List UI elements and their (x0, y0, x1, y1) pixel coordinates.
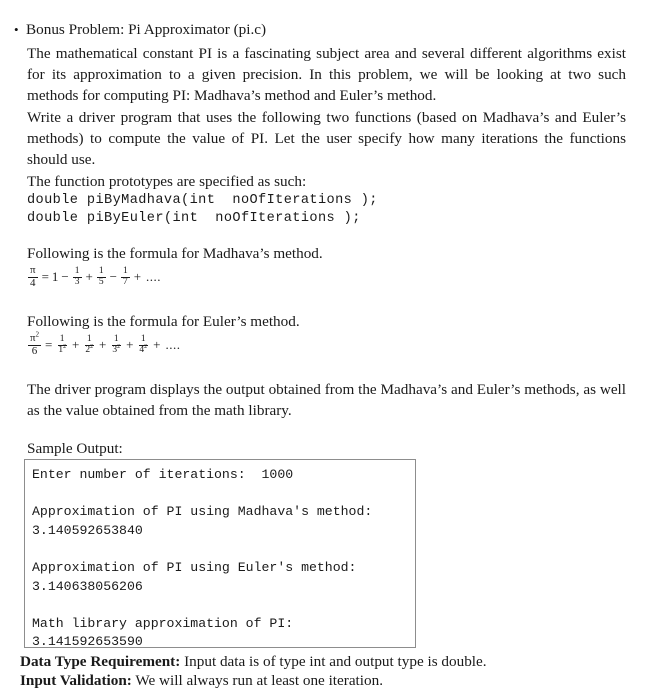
euler-term-2: 1 22 (83, 334, 95, 356)
clipped-bottom-line (20, 691, 640, 700)
madhava-op-2: + (85, 269, 93, 285)
euler-term-1-den: 12 (56, 343, 68, 356)
madhava-term-2-den: 5 (98, 276, 104, 287)
euler-term-1-exp: 2 (63, 343, 66, 350)
bonus-problem-heading: • Bonus Problem: Pi Approximator (pi.c) (14, 20, 634, 40)
madhava-tail-op: + (133, 269, 142, 285)
madhava-term-2-num: 1 (96, 265, 106, 278)
prototype-madhava-line: double piByMadhava(int noOfIterations ); (27, 193, 378, 208)
euler-lhs-exponent: 2 (35, 331, 39, 339)
euler-op-2: + (72, 337, 80, 353)
madhava-first-term: 1 (51, 269, 59, 285)
sample-output-label: Sample Output: (27, 440, 123, 457)
paragraph-euler-intro: Following is the formula for Euler’s met… (27, 313, 300, 330)
euler-term-1: 1 12 (56, 334, 68, 356)
madhava-term-1: 1 3 (72, 265, 82, 288)
madhava-term-1-den: 3 (74, 276, 80, 287)
madhava-op-3: − (109, 269, 117, 285)
euler-lhs-fraction: π2 6 (28, 331, 41, 357)
input-validation-text: We will always run at least one iteratio… (131, 672, 383, 689)
madhava-term-3-den: 7 (122, 276, 128, 287)
bonus-problem-title: Bonus Problem: Pi Approximator (pi.c) (26, 21, 267, 38)
euler-tail-op: + (153, 337, 161, 353)
paragraph-madhava-intro: Following is the formula for Madhava’s m… (27, 245, 323, 262)
euler-term-2-exp: 2 (90, 343, 94, 350)
prototype-euler-line: double piByEuler(int noOfIterations ); (27, 210, 361, 226)
clipped-bottom-text (20, 692, 24, 700)
madhava-term-2: 1 5 (96, 265, 106, 288)
madhava-term-3-num: 1 (120, 265, 130, 278)
euler-term-4-den: 42 (137, 343, 149, 356)
madhava-lhs-denominator: 4 (30, 276, 36, 289)
input-validation-requirement: Input Validation: We will always run at … (20, 671, 630, 691)
madhava-op-1: − (61, 269, 69, 285)
euler-ellipsis: .... (165, 337, 181, 353)
paragraph-driver-output: The driver program displays the output o… (27, 381, 626, 420)
paragraph-intro: The mathematical constant PI is a fascin… (27, 45, 626, 105)
euler-op-4: + (126, 337, 134, 353)
formula-euler: π2 6 = 1 12 + 1 22 + 1 32 + 1 42 + .... (27, 331, 181, 357)
bullet-point-icon: • (14, 22, 19, 37)
euler-term-3-exp: 2 (117, 343, 121, 350)
euler-equals-sign: = (44, 337, 53, 353)
paragraph-driver-task: Write a driver program that uses the fol… (27, 109, 626, 169)
euler-op-3: + (99, 337, 107, 353)
sample-output-box: Enter number of iterations: 1000 Approxi… (24, 459, 416, 648)
madhava-ellipsis: .... (146, 269, 162, 285)
madhava-equals-sign: = (41, 269, 49, 285)
input-validation-label: Input Validation: (20, 672, 132, 689)
formula-madhava: π 4 = 1 − 1 3 + 1 5 − 1 7 + .... (27, 264, 162, 289)
madhava-lhs-fraction: π 4 (28, 264, 38, 289)
madhava-term-3: 1 7 (120, 265, 130, 288)
madhava-term-1-num: 1 (72, 265, 82, 278)
euler-term-2-den: 22 (83, 343, 95, 356)
data-type-requirement: Data Type Requirement: Input data is of … (20, 652, 630, 672)
madhava-lhs-numerator: π (28, 264, 38, 278)
euler-term-4-exp: 2 (144, 343, 148, 350)
paragraph-prototypes-intro: The function prototypes are specified as… (27, 173, 307, 190)
data-type-requirement-text: Input data is of type int and output typ… (180, 653, 487, 670)
euler-term-3-den: 32 (110, 343, 122, 356)
document-page: • Bonus Problem: Pi Approximator (pi.c) T… (0, 0, 659, 700)
euler-term-3: 1 32 (110, 334, 122, 356)
function-prototypes-code: double piByMadhava(int noOfIterations );… (27, 192, 378, 227)
euler-lhs-denominator: 6 (31, 344, 38, 357)
euler-lhs-numerator: π2 (28, 331, 41, 346)
euler-term-4: 1 42 (137, 334, 149, 356)
data-type-requirement-label: Data Type Requirement: (20, 653, 181, 670)
